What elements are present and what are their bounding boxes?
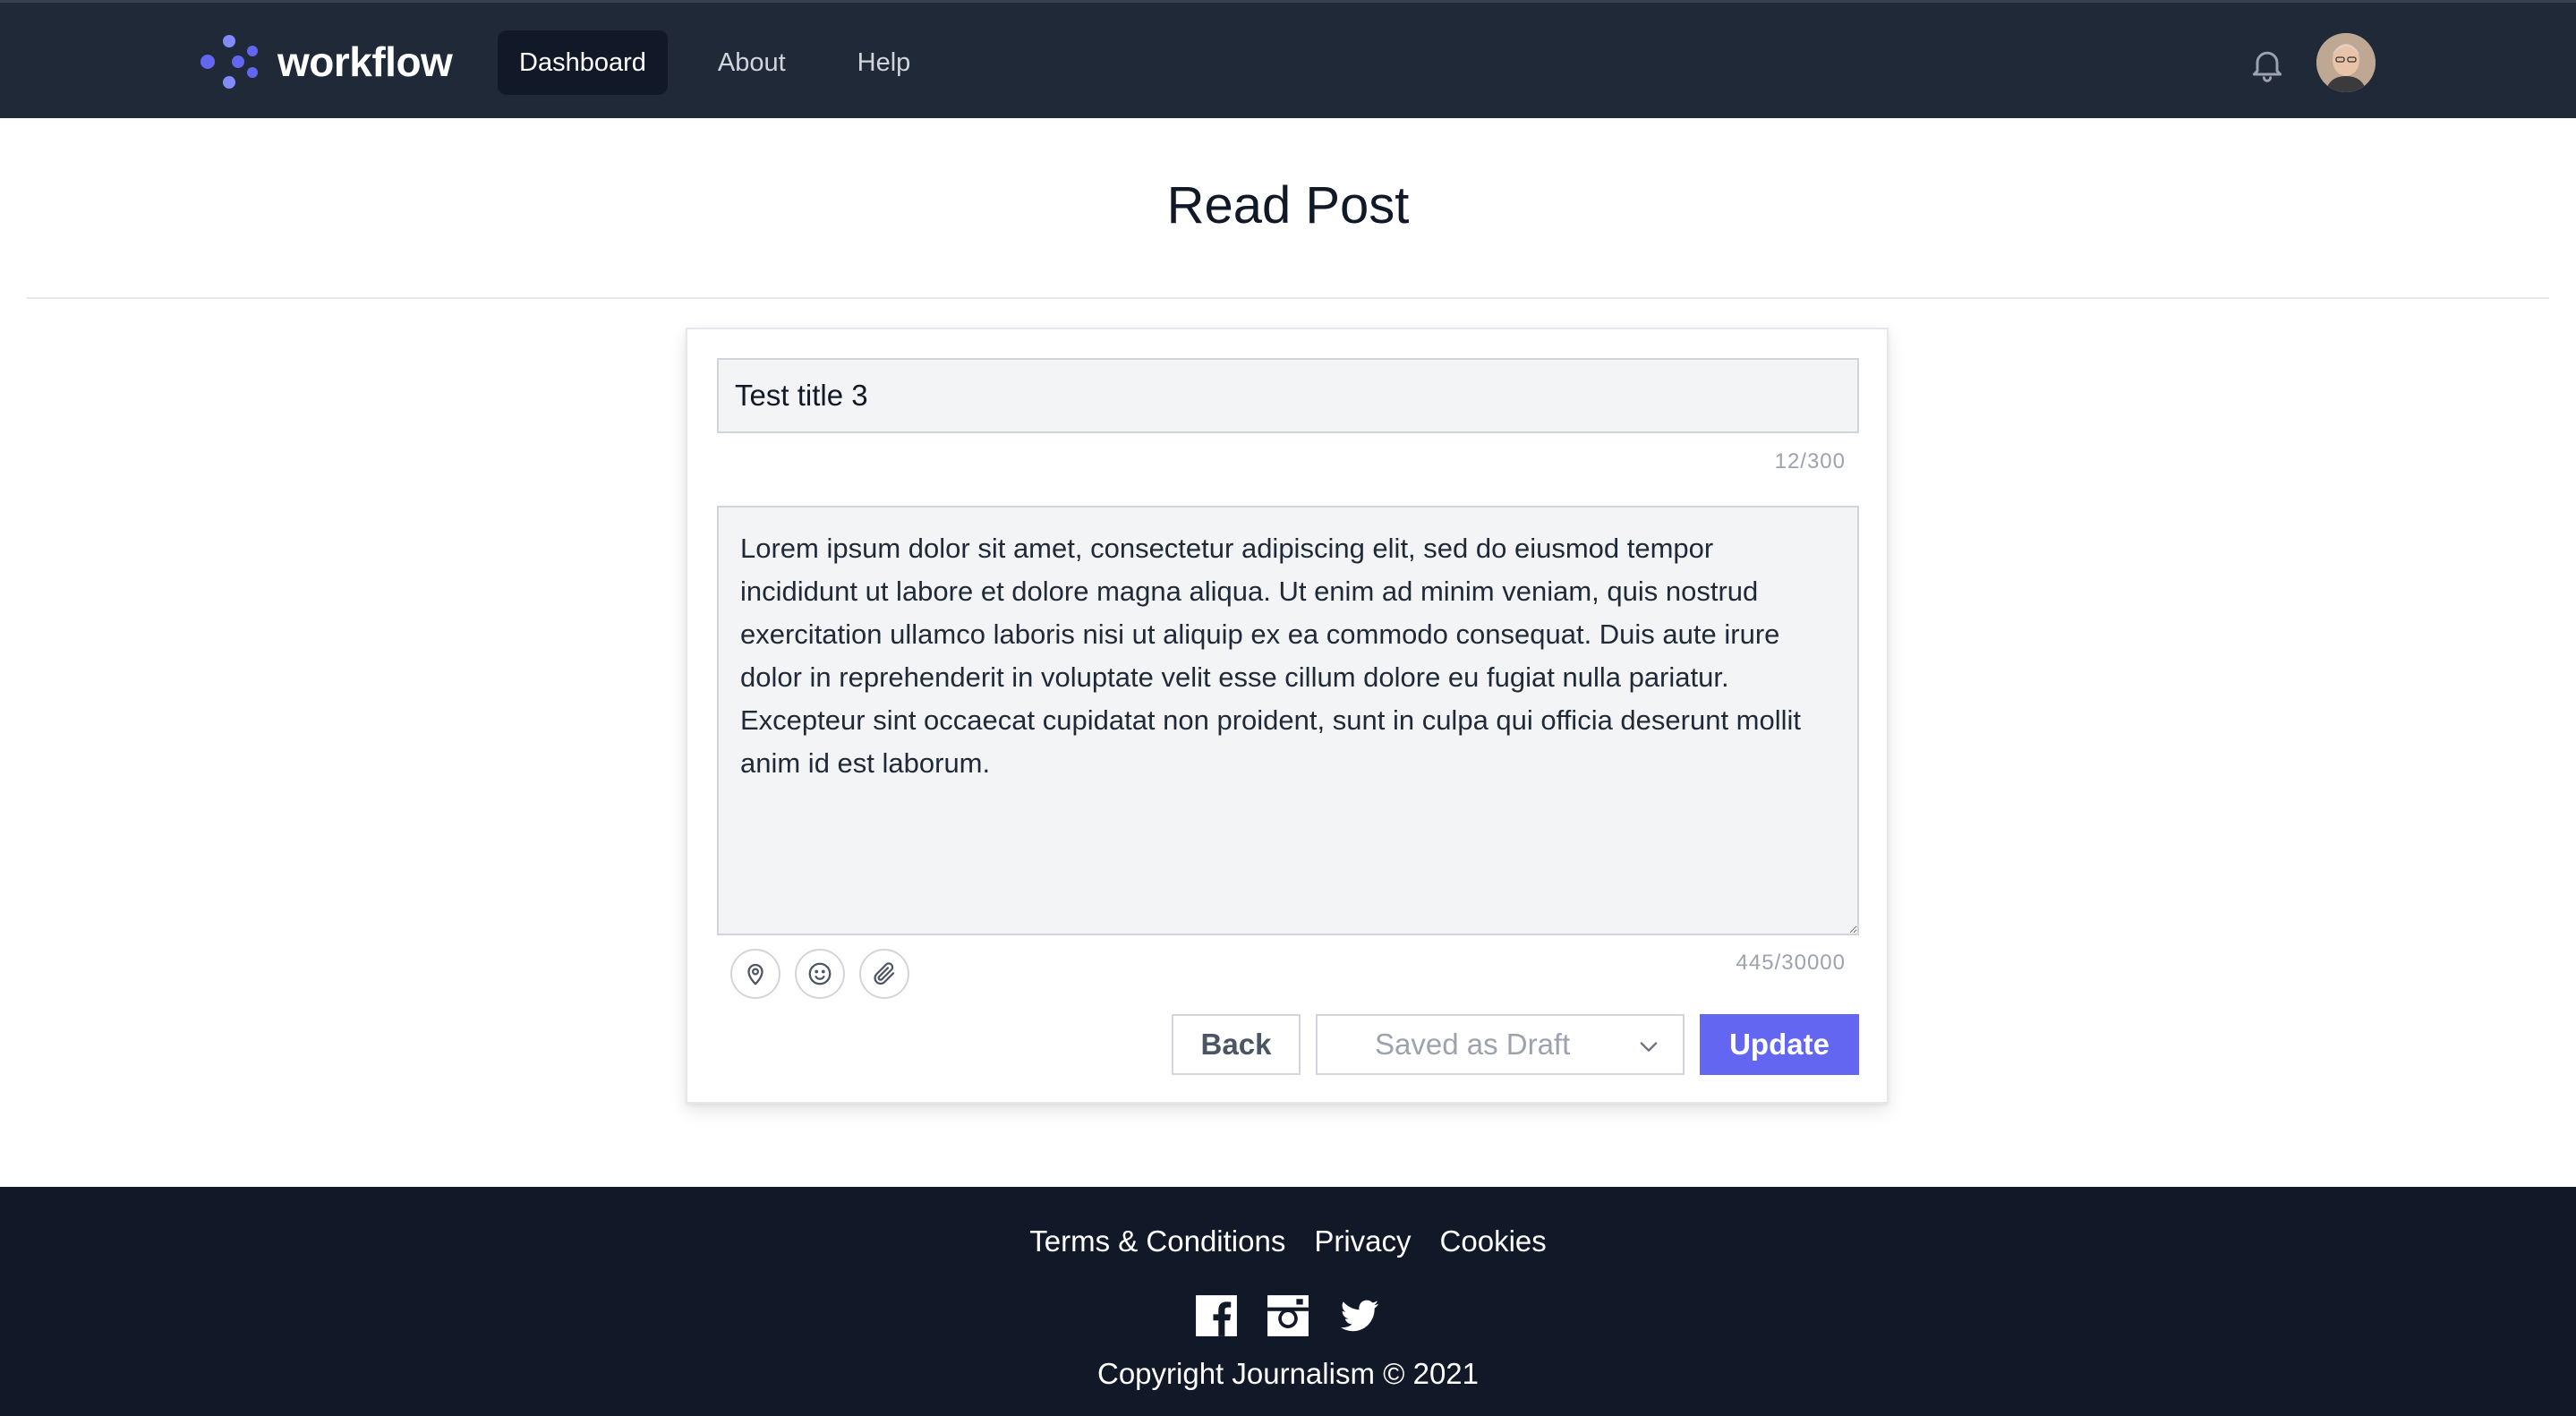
instagram-icon[interactable]: [1265, 1292, 1311, 1339]
footer-links: Terms & Conditions Privacy Cookies: [0, 1224, 2576, 1258]
brand-logo[interactable]: workflow: [199, 33, 453, 90]
status-value: Saved as Draft: [1375, 1028, 1571, 1061]
user-avatar[interactable]: [2316, 33, 2376, 92]
title-char-counter: 12/300: [1774, 449, 1846, 473]
post-title-input[interactable]: [717, 358, 1859, 433]
paperclip-icon: [874, 962, 895, 985]
copyright-text: Copyright Journalism © 2021: [1096, 1357, 1480, 1390]
workflow-logo-icon: [200, 35, 258, 89]
cookies-link[interactable]: Cookies: [1440, 1224, 1547, 1258]
nav-dashboard[interactable]: Dashboard: [498, 30, 668, 95]
terms-link[interactable]: Terms & Conditions: [1029, 1224, 1285, 1258]
location-button[interactable]: [730, 949, 780, 999]
nav-about[interactable]: About: [696, 30, 807, 95]
emoji-icon: [808, 962, 832, 985]
chevron-down-icon: [1640, 1042, 1658, 1052]
social-links: [0, 1292, 2576, 1339]
page-title: Read Post: [1166, 176, 1410, 235]
body-char-counter: 445/30000: [1736, 951, 1846, 975]
facebook-icon[interactable]: [1193, 1292, 1240, 1339]
nav-help[interactable]: Help: [836, 30, 933, 95]
footer: Terms & Conditions Privacy Cookies Copyr…: [0, 1187, 2576, 1416]
title-divider: [27, 297, 2549, 299]
status-dropdown[interactable]: Saved as Draft: [1316, 1014, 1685, 1075]
post-body-textarea[interactable]: Lorem ipsum dolor sit amet, consectetur …: [717, 506, 1859, 935]
privacy-link[interactable]: Privacy: [1314, 1224, 1411, 1258]
twitter-icon[interactable]: [1336, 1292, 1383, 1339]
bell-icon[interactable]: [2248, 44, 2287, 85]
back-button[interactable]: Back: [1172, 1014, 1301, 1075]
top-navbar: workflow Dashboard About Help: [0, 0, 2576, 118]
emoji-button[interactable]: [795, 949, 845, 999]
brand-name: workflow: [277, 38, 453, 85]
location-icon: [747, 963, 763, 985]
main-nav: Dashboard About Help: [498, 30, 960, 95]
attach-button[interactable]: [859, 949, 909, 999]
post-card: 12/300 Lorem ipsum dolor sit amet, conse…: [686, 328, 1889, 1104]
update-button[interactable]: Update: [1700, 1014, 1859, 1075]
